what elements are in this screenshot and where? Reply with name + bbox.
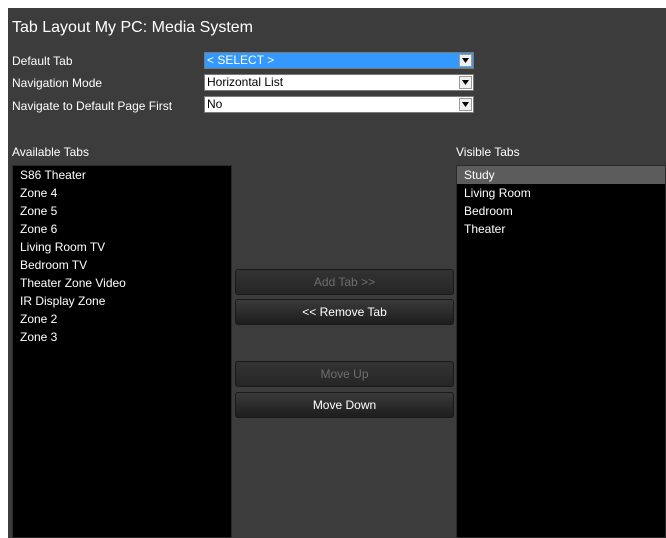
list-item[interactable]: Living Room TV (13, 238, 231, 256)
page-title: Tab Layout My PC: Media System (12, 19, 253, 36)
navigate-default-first-label: Navigate to Default Page First (12, 99, 173, 113)
list-item[interactable]: Bedroom (457, 202, 665, 220)
list-item[interactable]: Zone 3 (13, 328, 231, 346)
move-down-button[interactable]: Move Down (235, 392, 454, 418)
visible-tabs-list[interactable]: Study Living Room Bedroom Theater (456, 165, 666, 538)
list-item[interactable]: Zone 4 (13, 184, 231, 202)
remove-tab-button[interactable]: << Remove Tab (235, 299, 454, 325)
list-item[interactable]: IR Display Zone (13, 292, 231, 310)
list-item[interactable]: Zone 6 (13, 220, 231, 238)
list-item[interactable]: S86 Theater (13, 166, 231, 184)
list-item-selected[interactable]: Study (457, 166, 665, 184)
default-tab-label: Default Tab (12, 54, 73, 68)
list-item[interactable]: Zone 5 (13, 202, 231, 220)
list-item[interactable]: Theater (457, 220, 665, 238)
available-tabs-label: Available Tabs (12, 145, 89, 159)
available-tabs-list[interactable]: S86 Theater Zone 4 Zone 5 Zone 6 Living … (12, 165, 232, 538)
navigation-mode-select[interactable]: Horizontal List (204, 74, 474, 91)
chevron-down-icon[interactable] (459, 76, 472, 89)
default-tab-select[interactable]: < SELECT > (204, 52, 474, 69)
visible-tabs-label: Visible Tabs (456, 145, 520, 159)
default-tab-value: < SELECT > (207, 53, 275, 67)
list-item[interactable]: Bedroom TV (13, 256, 231, 274)
move-up-button[interactable]: Move Up (235, 361, 454, 387)
add-tab-button[interactable]: Add Tab >> (235, 269, 454, 295)
list-item[interactable]: Living Room (457, 184, 665, 202)
chevron-down-icon[interactable] (459, 98, 472, 111)
navigate-default-first-select[interactable]: No (204, 96, 474, 113)
tab-layout-panel: Tab Layout My PC: Media System Default T… (8, 8, 666, 538)
navigation-mode-value: Horizontal List (207, 75, 284, 89)
navigation-mode-label: Navigation Mode (12, 76, 103, 90)
list-item[interactable]: Theater Zone Video (13, 274, 231, 292)
list-item[interactable]: Zone 2 (13, 310, 231, 328)
chevron-down-icon[interactable] (459, 54, 472, 67)
navigate-default-first-value: No (207, 97, 223, 111)
